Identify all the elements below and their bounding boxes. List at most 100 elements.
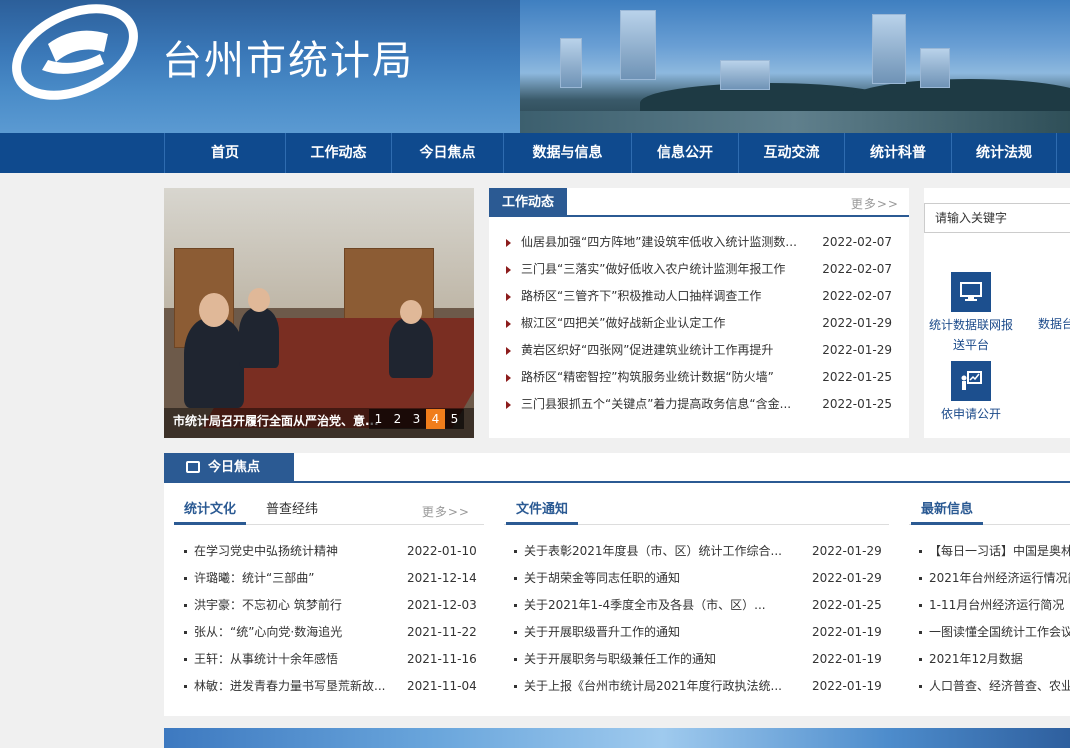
list-item[interactable]: 三门县“三落实”做好低收入农户统计监测年报工作 2022-02-07 xyxy=(489,256,909,283)
bullet-icon xyxy=(184,550,187,553)
monitor-icon xyxy=(951,272,991,312)
right-panel: 统计数据联网报送平台 数据台 依申请公开 xyxy=(924,188,1070,438)
person-shape xyxy=(239,308,279,368)
nav-item-work-news[interactable]: 工作动态 xyxy=(285,133,391,173)
list-item[interactable]: 关于上报《台州市统计局2021年度行政执法统... 2022-01-19 xyxy=(504,673,889,700)
building-shape xyxy=(920,48,950,88)
slide-pager: 1 2 3 4 5 xyxy=(369,409,464,429)
item-title[interactable]: 关于表彰2021年度县（市、区）统计工作综合... xyxy=(524,538,784,565)
nav-item-today-focus[interactable]: 今日焦点 xyxy=(391,133,503,173)
item-date: 2022-01-10 xyxy=(407,544,477,558)
latest-list: 【每日一习话】中国是奥林 2021年台州经济运行情况简 1-11月台州经济运行简况一… xyxy=(909,538,1070,700)
list-item[interactable]: 许璐曦：统计“三部曲” 2021-12-14 xyxy=(174,565,484,592)
item-title[interactable]: 关于上报《台州市统计局2021年度行政执法统... xyxy=(524,673,784,700)
item-title[interactable]: 椒江区“四把关”做好战新企业认定工作 xyxy=(521,310,811,337)
nav-item-home[interactable]: 首页 xyxy=(164,133,285,173)
list-item[interactable]: 三门县狠抓五个“关键点”着力提高政务信息“含金... 2022-01-25 xyxy=(489,391,909,418)
search-input[interactable] xyxy=(925,204,1065,232)
nav-item-stats-law[interactable]: 统计法规 xyxy=(951,133,1057,173)
service-link-report-platform[interactable]: 统计数据联网报送平台 xyxy=(928,272,1014,355)
tab-census[interactable]: 普查经纬 xyxy=(266,497,318,525)
focus-title-tab[interactable]: 今日焦点 xyxy=(164,453,294,483)
pager-page-4[interactable]: 4 xyxy=(426,409,445,429)
bullet-icon xyxy=(919,631,922,634)
list-item[interactable]: 一图读懂全国统计工作会议 xyxy=(909,619,1070,646)
bullet-icon xyxy=(514,658,517,661)
list-item[interactable]: 关于2021年1-4季度全市及各县（市、区）... 2022-01-25 xyxy=(504,592,889,619)
item-title[interactable]: 人口普查、经济普查、农业 xyxy=(929,673,1070,700)
item-title[interactable]: 路桥区“精密智控”构筑服务业统计数据“防火墙” xyxy=(521,364,811,391)
more-link[interactable]: 更多>> xyxy=(422,503,470,520)
item-title[interactable]: 在学习党史中弘扬统计精神 xyxy=(194,538,389,565)
list-item[interactable]: 洪宇豪：不忘初心 筑梦前行 2021-12-03 xyxy=(174,592,484,619)
nav-item-info-public[interactable]: 信息公开 xyxy=(631,133,738,173)
item-title[interactable]: 林敏：迸发青春力量书写垦荒新故... xyxy=(194,673,389,700)
list-item[interactable]: 人口普查、经济普查、农业 xyxy=(909,673,1070,700)
nav-item-data-info[interactable]: 数据与信息 xyxy=(503,133,631,173)
list-item[interactable]: 关于开展职务与职级兼任工作的通知 2022-01-19 xyxy=(504,646,889,673)
list-item[interactable]: 椒江区“四把关”做好战新企业认定工作 2022-01-29 xyxy=(489,310,909,337)
list-item[interactable]: 黄岩区织好“四张网”促进建筑业统计工作再提升 2022-01-29 xyxy=(489,337,909,364)
arrow-bullet-icon xyxy=(506,374,511,382)
list-item[interactable]: 【每日一习话】中国是奥林 xyxy=(909,538,1070,565)
pager-page-2[interactable]: 2 xyxy=(388,409,407,429)
service-link-disclosure-request[interactable]: 依申请公开 xyxy=(928,361,1014,424)
item-title[interactable]: 1-11月台州经济运行简况 xyxy=(929,592,1070,619)
item-title[interactable]: 许璐曦：统计“三部曲” xyxy=(194,565,389,592)
item-title[interactable]: 洪宇豪：不忘初心 筑梦前行 xyxy=(194,592,389,619)
item-title[interactable]: 张从：“统”心向党·数海追光 xyxy=(194,619,389,646)
bullet-icon xyxy=(514,604,517,607)
notices-list: 关于表彰2021年度县（市、区）统计工作综合... 2022-01-29 关于胡荣金… xyxy=(504,538,889,700)
item-title[interactable]: 关于开展职级晋升工作的通知 xyxy=(524,619,784,646)
list-item[interactable]: 张从：“统”心向党·数海追光 2021-11-22 xyxy=(174,619,484,646)
notices-title[interactable]: 文件通知 xyxy=(506,497,579,525)
item-title[interactable]: 三门县“三落实”做好低收入农户统计监测年报工作 xyxy=(521,256,811,283)
service-link-data-platform[interactable]: 数据台 xyxy=(1038,314,1070,334)
pager-page-1[interactable]: 1 xyxy=(369,409,388,429)
tab-stats-culture[interactable]: 统计文化 xyxy=(174,497,247,525)
item-title[interactable]: 2021年12月数据 xyxy=(929,646,1070,673)
list-item[interactable]: 关于开展职级晋升工作的通知 2022-01-19 xyxy=(504,619,889,646)
bullet-icon xyxy=(919,577,922,580)
pager-page-5[interactable]: 5 xyxy=(445,409,464,429)
item-title[interactable]: 关于2021年1-4季度全市及各县（市、区）... xyxy=(524,592,784,619)
list-item[interactable]: 仙居县加强“四方阵地”建设筑牢低收入统计监测数... 2022-02-07 xyxy=(489,229,909,256)
item-title[interactable]: 关于胡荣金等同志任职的通知 xyxy=(524,565,784,592)
main-nav: 首页 工作动态 今日焦点 数据与信息 信息公开 互动交流 统计科普 统计法规 xyxy=(0,133,1070,173)
bullet-icon xyxy=(184,631,187,634)
item-title[interactable]: 仙居县加强“四方阵地”建设筑牢低收入统计监测数... xyxy=(521,229,811,256)
item-title[interactable]: 【每日一习话】中国是奥林 xyxy=(929,538,1070,565)
list-item[interactable]: 关于表彰2021年度县（市、区）统计工作综合... 2022-01-29 xyxy=(504,538,889,565)
slide-caption[interactable]: 市统计局召开履行全面从严治党、意... xyxy=(173,412,378,429)
list-item[interactable]: 2021年台州经济运行情况简 xyxy=(909,565,1070,592)
latest-title[interactable]: 最新信息 xyxy=(911,497,984,525)
bullet-icon xyxy=(184,604,187,607)
item-title[interactable]: 关于开展职务与职级兼任工作的通知 xyxy=(524,646,784,673)
list-item[interactable]: 林敏：迸发青春力量书写垦荒新故... 2021-11-04 xyxy=(174,673,484,700)
list-item[interactable]: 路桥区“精密智控”构筑服务业统计数据“防火墙” 2022-01-25 xyxy=(489,364,909,391)
list-item[interactable]: 王轩：从事统计十余年感悟 2021-11-16 xyxy=(174,646,484,673)
photo-slideshow[interactable]: 市统计局召开履行全面从严治党、意... 1 2 3 4 5 xyxy=(164,188,474,438)
item-title[interactable]: 2021年台州经济运行情况简 xyxy=(929,565,1070,592)
item-title[interactable]: 王轩：从事统计十余年感悟 xyxy=(194,646,389,673)
list-item[interactable]: 关于胡荣金等同志任职的通知 2022-01-29 xyxy=(504,565,889,592)
item-title[interactable]: 路桥区“三管齐下”积极推动人口抽样调查工作 xyxy=(521,283,811,310)
work-news-title[interactable]: 工作动态 xyxy=(489,188,568,217)
work-news-list: 仙居县加强“四方阵地”建设筑牢低收入统计监测数... 2022-02-07 三门县“… xyxy=(489,229,909,418)
person-shape xyxy=(184,318,244,408)
nav-item-stats-science[interactable]: 统计科普 xyxy=(844,133,951,173)
pager-page-3[interactable]: 3 xyxy=(407,409,426,429)
list-item[interactable]: 1-11月台州经济运行简况 xyxy=(909,592,1070,619)
nav-item-interaction[interactable]: 互动交流 xyxy=(738,133,844,173)
item-title[interactable]: 一图读懂全国统计工作会议 xyxy=(929,619,1070,646)
list-item[interactable]: 2021年12月数据 xyxy=(909,646,1070,673)
bullet-icon xyxy=(514,577,517,580)
header-banner: 台州市统计局 xyxy=(0,0,1070,133)
list-item[interactable]: 路桥区“三管齐下”积极推动人口抽样调查工作 2022-02-07 xyxy=(489,283,909,310)
item-title[interactable]: 黄岩区织好“四张网”促进建筑业统计工作再提升 xyxy=(521,337,811,364)
item-title[interactable]: 三门县狠抓五个“关键点”着力提高政务信息“含金... xyxy=(521,391,811,418)
arrow-bullet-icon xyxy=(506,293,511,301)
list-item[interactable]: 在学习党史中弘扬统计精神 2022-01-10 xyxy=(174,538,484,565)
site-title[interactable]: 台州市统计局 xyxy=(162,28,414,86)
more-link[interactable]: 更多>> xyxy=(851,195,899,212)
